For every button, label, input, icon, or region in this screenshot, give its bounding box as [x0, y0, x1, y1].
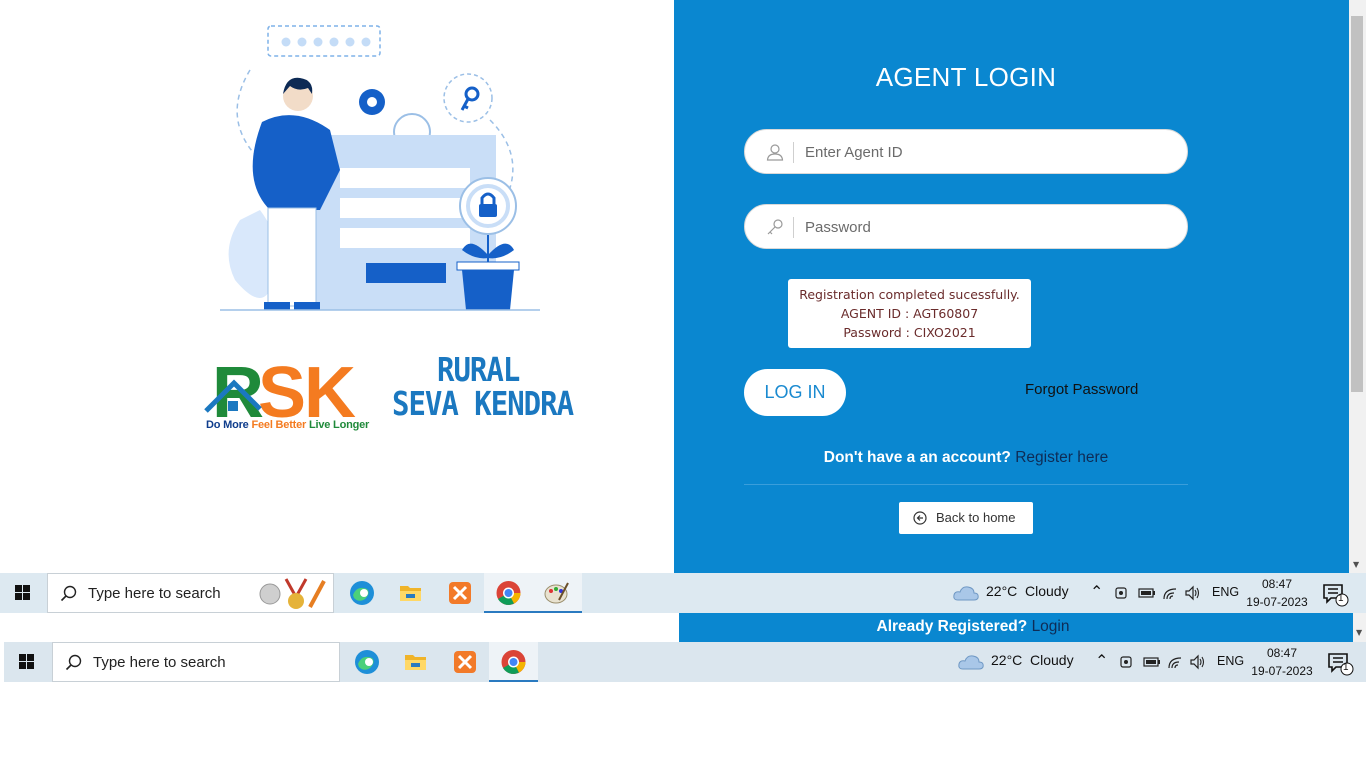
volume-icon[interactable] [1184, 585, 1202, 601]
taskbar-search[interactable]: Type here to search [52, 642, 340, 682]
taskbar-chrome[interactable] [489, 642, 538, 682]
battery-icon[interactable] [1138, 585, 1156, 601]
taskbar-xampp[interactable] [440, 642, 489, 682]
taskbar-file-explorer[interactable] [386, 573, 435, 613]
taskbar-xampp[interactable] [435, 573, 484, 613]
scrollbar-thumb[interactable] [1351, 16, 1363, 392]
branding-panel: R S K Do More Feel Better Live Longer RU… [0, 0, 674, 573]
lower-page-strip: Already Registered? Login [679, 613, 1353, 642]
user-icon [766, 144, 784, 161]
login-link[interactable]: Login [1032, 618, 1070, 635]
xampp-icon [449, 582, 471, 604]
chevron-up-icon[interactable]: ⌃ [1095, 651, 1108, 671]
alert-password: Password : CIXO2021 [843, 325, 976, 340]
search-placeholder: Type here to search [93, 654, 226, 671]
no-account-text: Don't have a an account? [823, 449, 1011, 466]
scroll-down-arrow[interactable]: ▼ [1353, 560, 1359, 569]
cloud-icon [953, 586, 979, 601]
meet-now-icon[interactable] [1119, 654, 1133, 670]
alert-agent-id: AGENT ID : AGT60807 [840, 306, 979, 321]
key-icon [767, 219, 783, 235]
field-separator [793, 217, 794, 238]
search-placeholder: Type here to search [88, 585, 221, 602]
page-scrollbar[interactable]: ▼ [1349, 0, 1366, 573]
taskbar: Type here to search 22°C Cloudy ⌃ ENG 08… [0, 573, 1366, 613]
windows-icon [19, 654, 34, 669]
clock-time: 08:47 [1261, 577, 1293, 591]
weather-temp[interactable]: 22°C [986, 583, 1017, 599]
taskbar-duplicate: Type here to search 22°C Cloudy ⌃ ENG 08… [4, 642, 1366, 682]
chevron-up-icon[interactable]: ⌃ [1090, 582, 1103, 602]
divider [744, 484, 1188, 485]
chrome-icon [496, 581, 521, 605]
search-icon [65, 654, 82, 671]
folder-icon [405, 655, 426, 670]
system-clock[interactable]: 08:47 19-07-2023 [1242, 575, 1312, 611]
edge-icon [355, 650, 379, 674]
chrome-icon [501, 650, 526, 674]
start-button[interactable] [4, 642, 50, 682]
language-indicator[interactable]: ENG [1212, 585, 1239, 599]
taskbar-edge[interactable] [337, 573, 386, 613]
alert-message: Registration completed sucessfully. [799, 287, 1020, 302]
volume-icon[interactable] [1189, 654, 1207, 670]
clock-time: 08:47 [1266, 646, 1298, 660]
wifi-icon[interactable] [1162, 585, 1180, 601]
notification-icon[interactable] [1327, 652, 1355, 676]
notification-count: 1 [1338, 593, 1344, 604]
battery-icon[interactable] [1143, 654, 1161, 670]
forgot-password-link[interactable]: Forgot Password [1025, 381, 1138, 398]
agent-id-field[interactable] [744, 129, 1188, 174]
agent-id-input[interactable] [805, 138, 1165, 166]
password-field[interactable] [744, 204, 1188, 249]
cloud-icon [958, 655, 984, 670]
taskbar-search[interactable]: Type here to search [47, 573, 334, 613]
back-to-home-button[interactable]: Back to home [899, 502, 1033, 534]
already-registered-text: Already Registered? [876, 618, 1028, 635]
wifi-icon[interactable] [1167, 654, 1185, 670]
weather-condition[interactable]: Cloudy [1030, 652, 1074, 668]
page-scrollbar-lower[interactable]: ▼ [1353, 613, 1366, 642]
edge-icon [350, 581, 374, 605]
arrow-left-circle-icon [913, 511, 927, 525]
windows-icon [15, 585, 30, 600]
page-title: AGENT LOGIN [875, 62, 1057, 92]
clock-date: 19-07-2023 [1251, 664, 1313, 678]
weather-condition[interactable]: Cloudy [1025, 583, 1069, 599]
field-separator [793, 142, 794, 163]
taskbar-paint[interactable] [533, 573, 582, 613]
taskbar-edge[interactable] [342, 642, 391, 682]
search-icon [60, 585, 77, 602]
notification-icon[interactable] [1322, 583, 1350, 607]
weather-temp[interactable]: 22°C [991, 652, 1022, 668]
login-illustration [220, 25, 540, 311]
register-link[interactable]: Register here [1015, 449, 1108, 466]
notification-count: 1 [1343, 662, 1349, 673]
paint-icon [544, 582, 569, 604]
login-button[interactable]: LOG IN [744, 369, 846, 416]
folder-icon [400, 586, 421, 601]
search-highlight-icon [259, 578, 326, 609]
logo-tagline: Do More Feel Better Live Longer [206, 419, 370, 431]
password-input[interactable] [805, 213, 1165, 241]
taskbar-file-explorer[interactable] [391, 642, 440, 682]
back-to-home-label: Back to home [936, 510, 1016, 525]
registration-success-alert: Registration completed sucessfully. AGEN… [788, 279, 1031, 348]
scroll-down-arrow[interactable]: ▼ [1356, 628, 1362, 637]
meet-now-icon[interactable] [1114, 585, 1128, 601]
language-indicator[interactable]: ENG [1217, 654, 1244, 668]
register-prompt: Don't have a an account? Register here [744, 449, 1188, 467]
already-registered-prompt: Already Registered? Login [679, 618, 1267, 636]
logo-seva-kendra-text: SEVA KENDRA [392, 384, 574, 424]
clock-date: 19-07-2023 [1246, 595, 1308, 609]
taskbar-chrome[interactable] [484, 573, 533, 613]
start-button[interactable] [0, 573, 46, 613]
xampp-icon [454, 651, 476, 673]
system-clock[interactable]: 08:47 19-07-2023 [1247, 644, 1317, 680]
